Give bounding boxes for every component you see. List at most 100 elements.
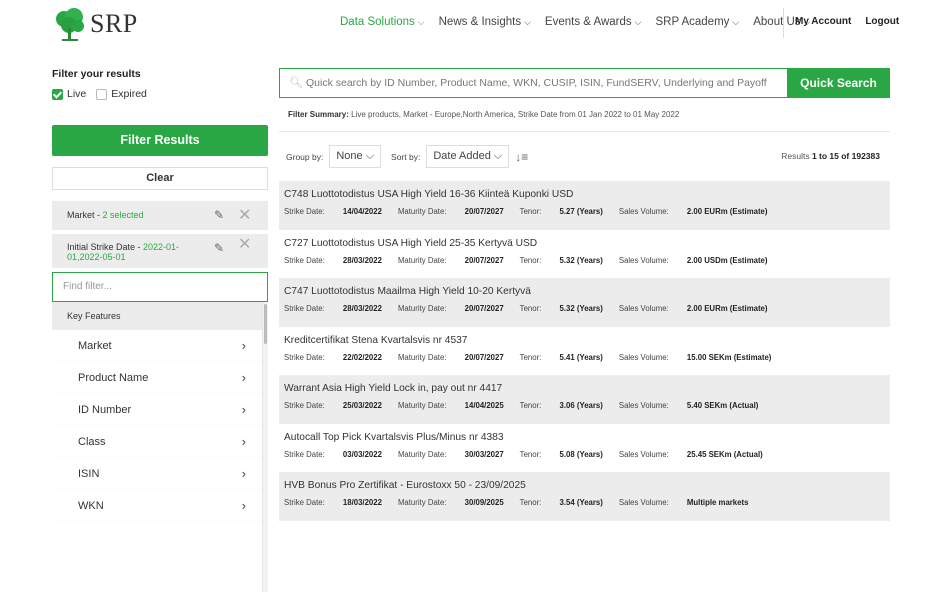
nav-label: Data Solutions [340,16,415,28]
summary-label: Filter Summary: [288,110,349,119]
logout-link[interactable]: Logout [865,16,899,27]
chip-value: 2 selected [102,210,144,220]
filter-item-wkn[interactable]: WKN › [52,490,262,522]
summary-text: Live products, Market - Europe,North Ame… [351,110,680,119]
chevron-right-icon: › [241,434,246,449]
product-row[interactable]: C747 Luottotodistus Maailma High Yield 1… [279,278,890,327]
live-checkbox[interactable] [52,88,63,100]
group-by-label: Group by: [286,151,324,162]
main-nav: Data Solutions ⌵ News & Insights ⌵ Events … [340,16,824,28]
search-placeholder: Quick search by ID Number, Product Name,… [306,77,767,89]
sort-direction-icon[interactable]: ↓≡ [515,150,528,164]
product-title[interactable]: Autocall Top Pick Kvartalsvis Plus/Minus… [284,432,890,443]
nav-news-insights[interactable]: News & Insights ⌵ [439,16,531,28]
account-links: My Account Logout [795,16,913,27]
maturity-date: Maturity Date: 20/07/2027 [397,207,504,216]
maturity-date: Maturity Date: 20/07/2027 [397,352,504,362]
live-label: Live [67,88,87,100]
nav-label: About Us [753,16,801,28]
filter-item-isin[interactable]: ISIN › [52,458,262,490]
maturity-date: Maturity Date: 20/07/2027 [397,255,504,265]
strike-date: Strike Date: 28/03/2022 [284,304,382,313]
nav-srp-academy[interactable]: SRP Academy ⌵ [655,16,739,28]
tenor: Tenor: 5.32 (Years) [519,304,603,313]
product-row[interactable]: C727 Luottotodistus USA High Yield 25-35… [279,230,890,279]
filter-item-product-name[interactable]: Product Name › [52,362,262,394]
product-meta: Strike Date: 28/03/2022 Maturity Date: 20… [284,256,890,265]
results-prefix: Results [781,151,812,161]
product-meta: Strike Date: 25/03/2022 Maturity Date: 14… [284,401,890,410]
chip-label: Market - [67,210,103,220]
quick-search-input[interactable]: 🔍︎ Quick search by ID Number, Product Na… [279,68,787,98]
strike-date: Strike Date: 18/03/2022 [284,498,382,507]
product-row[interactable]: Kreditcertifikat Stena Kvartalsvis nr 45… [279,327,890,376]
strike-date: Strike Date: 25/03/2022 [284,401,382,410]
filter-item-class[interactable]: Class › [52,426,262,458]
product-row[interactable]: Autocall Top Pick Kvartalsvis Plus/Minus… [279,424,890,473]
group-by-value: None [336,150,363,162]
tenor: Tenor: 5.08 (Years) [519,449,603,459]
sales-volume: Sales Volume: Multiple markets [618,498,749,507]
chevron-right-icon: › [241,466,246,481]
product-row[interactable]: Warrant Asia High Yield Lock in, pay out… [279,375,890,424]
filter-label: ISIN [78,468,100,480]
filter-item-market[interactable]: Market › [52,330,262,362]
sort-by-value: Date Added [433,150,491,162]
chip-text: Initial Strike Date - 2022-01-01,2022-05… [67,242,192,262]
product-meta: Strike Date: 03/03/2022 Maturity Date: 30… [284,450,890,459]
chevron-down-icon: ⌵ [417,17,425,27]
chevron-down-icon: ⌵ [634,17,642,27]
edit-icon[interactable]: ✎ [214,242,224,254]
sales-volume: Sales Volume: 2.00 USDm (Estimate) [618,255,768,265]
chevron-down-icon: ⌵ [524,17,531,27]
product-title[interactable]: HVB Bonus Pro Zertifikat - Eurostoxx 50 … [284,480,890,491]
filter-label: Market [78,340,112,352]
filter-label: WKN [78,500,104,512]
nav-events-awards[interactable]: Events & Awards ⌵ [545,16,642,28]
strike-date: Strike Date: 28/03/2022 [284,255,382,265]
product-row[interactable]: C748 Luottotodistus USA High Yield 16-36… [279,181,890,230]
brand-name: SRP [90,9,138,38]
strike-date: Strike Date: 14/04/2022 [284,207,382,216]
product-meta: Strike Date: 22/02/2022 Maturity Date: 20… [284,353,890,362]
product-meta: Strike Date: 28/03/2022 Maturity Date: 20… [284,304,890,313]
sort-by-label: Sort by: [391,151,421,162]
filter-results-button[interactable]: Filter Results [52,125,268,156]
quick-search-button[interactable]: Quick Search [787,68,890,98]
sort-by-select[interactable]: Date Added ⌵ [426,145,510,168]
edit-icon[interactable]: ✎ [214,201,224,230]
product-title[interactable]: C727 Luottotodistus USA High Yield 25-35… [284,238,890,249]
product-title[interactable]: C748 Luottotodistus USA High Yield 16-36… [284,189,890,200]
product-title[interactable]: Kreditcertifikat Stena Kvartalsvis nr 45… [284,335,890,346]
product-title[interactable]: Warrant Asia High Yield Lock in, pay out… [284,383,890,394]
sales-volume: Sales Volume: 15.00 SEKm (Estimate) [618,352,772,362]
chevron-down-icon: ⌵ [493,150,503,162]
market-filter-chip: Market - 2 selected ✎ ✕ [52,201,268,230]
my-account-link[interactable]: My Account [795,16,851,27]
list-controls: Group by: None ⌵ Sort by: Date Added ⌵ ↓… [286,145,528,168]
chevron-down-icon: ⌵ [732,17,740,27]
group-by-select[interactable]: None ⌵ [329,145,382,168]
find-filter-input[interactable]: Find filter... [52,272,268,302]
filter-list: Market › Product Name › ID Number › Class › … [52,330,262,522]
scrollbar-thumb[interactable] [264,304,267,344]
nav-label: SRP Academy [655,16,730,28]
status-checkboxes: Live Expired [52,88,268,100]
product-title[interactable]: C747 Luottotodistus Maailma High Yield 1… [284,286,890,297]
product-list: C748 Luottotodistus USA High Yield 16-36… [279,181,890,521]
maturity-date: Maturity Date: 30/09/2025 [397,498,504,507]
close-icon[interactable]: ✕ [238,201,251,230]
tenor: Tenor: 5.41 (Years) [519,352,603,362]
tree-logo-icon [56,8,84,41]
filter-item-id-number[interactable]: ID Number › [52,394,262,426]
maturity-date: Maturity Date: 30/03/2027 [397,449,504,459]
chevron-right-icon: › [241,338,246,353]
close-icon[interactable]: ✕ [238,237,251,253]
nav-data-solutions[interactable]: Data Solutions ⌵ [340,16,425,28]
sales-volume: Sales Volume: 2.00 EURm (Estimate) [618,207,768,216]
expired-checkbox[interactable] [96,88,108,100]
clear-button[interactable]: Clear [52,167,268,190]
srp-logo[interactable]: SRP [52,6,138,42]
product-row[interactable]: HVB Bonus Pro Zertifikat - Eurostoxx 50 … [279,472,890,521]
filter-scrollbar[interactable] [262,302,268,592]
